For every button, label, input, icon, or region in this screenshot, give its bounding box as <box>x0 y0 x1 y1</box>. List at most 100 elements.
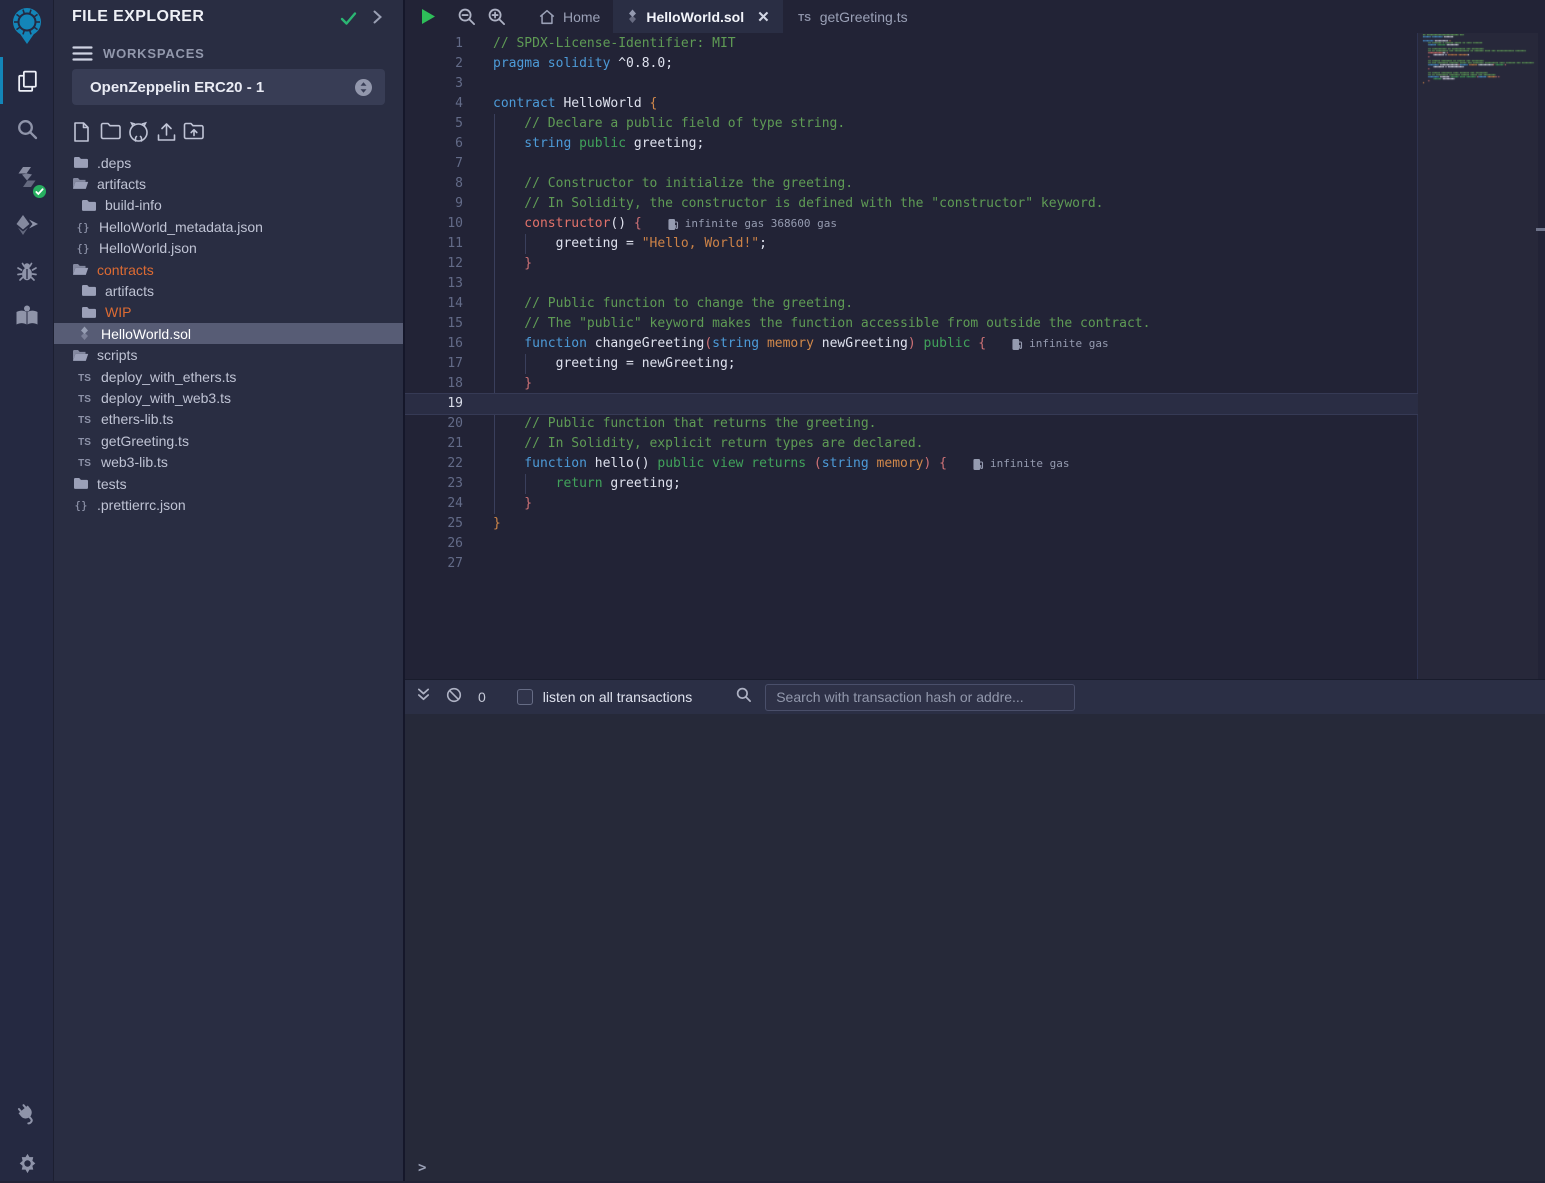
collapse-terminal-icon[interactable] <box>416 687 431 707</box>
clear-console-icon[interactable] <box>446 687 462 708</box>
terminal-search-input[interactable] <box>765 684 1075 711</box>
hamburger-menu-icon[interactable] <box>72 45 93 67</box>
gas-estimate-badge: infinite gas <box>973 454 1069 474</box>
line-content: string public greeting; <box>493 134 704 154</box>
tree-item-deploy-with-ethers-ts[interactable]: TSdeploy_with_ethers.ts <box>54 366 403 387</box>
gas-estimate-badge: infinite gas <box>1012 334 1108 354</box>
solidity-compiler[interactable] <box>0 157 54 197</box>
terminal-bar: 0 listen on all transactions <box>405 679 1545 714</box>
chevron-right-icon[interactable] <box>368 8 386 31</box>
tree-item-web3-lib-ts[interactable]: TSweb3-lib.ts <box>54 452 403 473</box>
terminal-content[interactable]: > <box>405 714 1545 1181</box>
line-content: constructor() { <box>493 214 642 234</box>
zoom-out-button[interactable] <box>451 0 481 33</box>
tree-item-wip[interactable]: WIP <box>54 302 403 323</box>
line-content: } <box>493 494 532 514</box>
new-file-icon[interactable] <box>72 121 91 143</box>
ts-icon: TS <box>76 456 93 468</box>
new-folder-icon[interactable] <box>100 121 122 141</box>
code-line-14: 14 // Public function to change the gree… <box>405 294 1418 314</box>
line-content: contract HelloWorld { <box>493 94 657 114</box>
svg-text:TS: TS <box>78 415 91 425</box>
tree-item-label: HelloWorld_metadata.json <box>99 219 263 235</box>
minimap-slider <box>1418 33 1538 679</box>
editor-tabbar: HomeHelloWorld.sol✕TSgetGreeting.ts <box>405 0 1545 33</box>
tree-item-getgreeting-ts[interactable]: TSgetGreeting.ts <box>54 430 403 451</box>
terminal-prompt: > <box>418 1160 426 1176</box>
line-content: } <box>493 514 501 534</box>
line-content: // In Solidity, the constructor is defin… <box>493 194 1103 214</box>
folder-icon <box>80 198 97 213</box>
file-explorer-panel: FILE EXPLORER WORKSPACES OpenZeppelin ER… <box>54 0 403 1181</box>
github-icon[interactable] <box>127 121 150 143</box>
tree-item-helloworld-sol[interactable]: HelloWorld.sol <box>54 323 403 344</box>
tree-item-label: build-info <box>105 197 162 213</box>
learneth[interactable] <box>0 297 54 337</box>
tree-item-contracts[interactable]: contracts <box>54 259 403 280</box>
tree-item-tests[interactable]: tests <box>54 473 403 494</box>
tree-item-build-info[interactable]: build-info <box>54 195 403 216</box>
tree-item--prettierrc-json[interactable]: {}.prettierrc.json <box>54 494 403 515</box>
tree-item--deps[interactable]: .deps <box>54 152 403 173</box>
remix-logo[interactable] <box>0 5 54 45</box>
plugin-manager[interactable] <box>0 1094 54 1134</box>
line-number: 9 <box>405 194 463 214</box>
tree-item-ethers-lib-ts[interactable]: TSethers-lib.ts <box>54 409 403 430</box>
folder-icon <box>72 476 89 491</box>
code-line-18: 18 } <box>405 374 1418 394</box>
code-line-1: 1// SPDX-License-Identifier: MIT <box>405 34 1418 54</box>
ts-icon: TS <box>796 11 813 23</box>
code-line-8: 8 // Constructor to initialize the greet… <box>405 174 1418 194</box>
tree-item-helloworld-json[interactable]: {}HelloWorld.json <box>54 238 403 259</box>
line-content: // Public function that returns the gree… <box>493 414 877 434</box>
line-number: 1 <box>405 34 463 54</box>
close-tab-icon[interactable]: ✕ <box>757 8 770 26</box>
tree-item-scripts[interactable]: scripts <box>54 345 403 366</box>
line-number: 5 <box>405 114 463 134</box>
tree-item-artifacts[interactable]: artifacts <box>54 173 403 194</box>
file-explorer[interactable] <box>0 61 54 101</box>
line-number: 24 <box>405 494 463 514</box>
search[interactable] <box>0 109 54 149</box>
tree-item-deploy-with-web3-ts[interactable]: TSdeploy_with_web3.ts <box>54 387 403 408</box>
svg-text:{}: {} <box>76 242 89 255</box>
ts-icon: TS <box>76 413 93 425</box>
scrollbar-marker <box>1536 228 1545 231</box>
workspace-select[interactable]: OpenZeppelin ERC20 - 1 <box>72 69 385 105</box>
line-number: 19 <box>405 394 463 414</box>
code-line-20: 20 // Public function that returns the g… <box>405 414 1418 434</box>
ts-icon: TS <box>76 392 93 404</box>
code-line-3: 3 <box>405 74 1418 94</box>
settings[interactable] <box>0 1143 54 1183</box>
gas-estimate-badge: infinite gas 368600 gas <box>668 214 837 234</box>
tree-item-helloworld-metadata-json[interactable]: {}HelloWorld_metadata.json <box>54 216 403 237</box>
tree-item-artifacts[interactable]: artifacts <box>54 280 403 301</box>
code-line-23: 23 return greeting; <box>405 474 1418 494</box>
deploy-run[interactable] <box>0 205 54 245</box>
svg-text:TS: TS <box>78 458 91 468</box>
tab-home[interactable]: Home <box>525 0 613 33</box>
line-content: // In Solidity, explicit return types ar… <box>493 434 923 454</box>
code-line-10: 10 constructor() {infinite gas 368600 ga… <box>405 214 1418 234</box>
upload-file-icon[interactable] <box>155 121 178 143</box>
search-icon <box>735 686 752 708</box>
upload-folder-icon[interactable] <box>183 121 205 141</box>
line-number: 13 <box>405 274 463 294</box>
pending-tx-count: 0 <box>478 689 486 705</box>
svg-text:TS: TS <box>798 13 811 23</box>
line-number: 22 <box>405 454 463 474</box>
code-editor[interactable]: 1// SPDX-License-Identifier: MIT2pragma … <box>405 33 1545 679</box>
listen-transactions-checkbox[interactable] <box>517 689 533 705</box>
debugger[interactable] <box>0 252 54 292</box>
code-line-19: 19 <box>405 394 1418 414</box>
braces-icon: {} <box>72 498 89 512</box>
run-script-button[interactable] <box>413 0 443 33</box>
code-line-25: 25} <box>405 514 1418 534</box>
zoom-in-button[interactable] <box>481 0 511 33</box>
minimap[interactable] <box>1421 34 1541 94</box>
line-number: 20 <box>405 414 463 434</box>
tab-getgreeting-ts[interactable]: TSgetGreeting.ts <box>783 0 921 33</box>
line-number: 14 <box>405 294 463 314</box>
panel-title: FILE EXPLORER <box>72 8 204 26</box>
tab-helloworld-sol[interactable]: HelloWorld.sol✕ <box>613 0 782 33</box>
